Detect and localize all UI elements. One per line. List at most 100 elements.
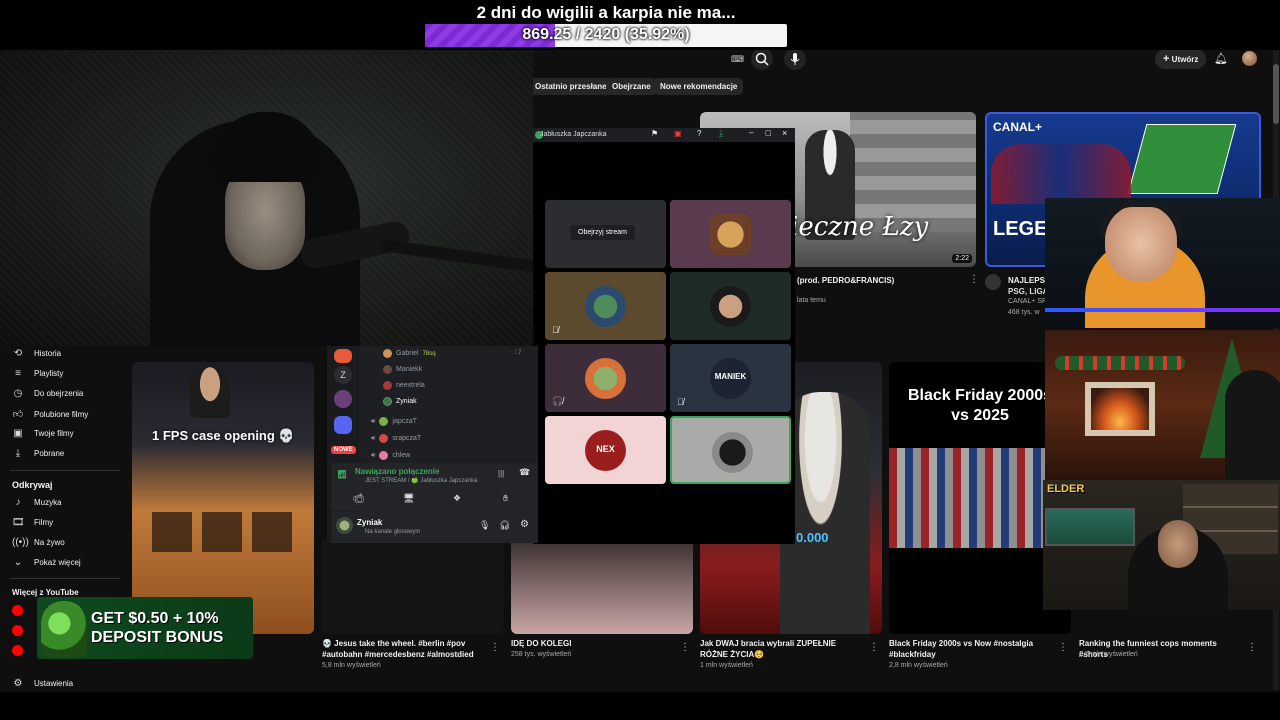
camera-off-icon[interactable]: 📹︎	[353, 493, 364, 504]
sidebar-item-liked[interactable]: 👍︎ Polubione filmy	[12, 408, 88, 420]
mic-icon[interactable]: 🎙︎	[479, 520, 490, 531]
thumbnail-text: 0.000	[796, 530, 829, 545]
more-from-youtube-heading: Więcej z YouTube	[12, 588, 79, 597]
sidebar-item-downloads[interactable]: ⤓ Pobrane	[12, 448, 64, 459]
call-tile-participant[interactable]	[670, 272, 791, 340]
server-icon[interactable]	[334, 416, 352, 434]
call-tile-participant[interactable]: MANIEK 🎙̸	[670, 344, 791, 412]
chevron-down-icon: ⌄	[13, 557, 23, 568]
video-title[interactable]: NAJLEPSZ	[1008, 275, 1050, 286]
share-screen-icon[interactable]: 🖥︎	[403, 493, 414, 504]
discord-panel: Z NOWE + Gabriel78sq 🎙̸ Maniekk neextrel…	[327, 346, 538, 543]
video-thumbnail[interactable]	[322, 540, 504, 634]
call-tile-participant[interactable]	[670, 200, 791, 268]
maximize-icon[interactable]: ▢	[765, 129, 772, 137]
sidebar-item-music[interactable]: ♪ Muzyka	[12, 497, 62, 508]
rgb-light	[1045, 308, 1280, 312]
sidebar-item-your-videos[interactable]: ▣ Twoje filmy	[12, 428, 73, 439]
help-icon[interactable]: ?	[697, 129, 701, 138]
video-title[interactable]: Jak DWAJ bracia wybrali ZUPEŁNIE RÓŻNE Ż…	[700, 638, 865, 660]
avatar[interactable]	[336, 517, 353, 534]
promo-banner[interactable]: GET $0.50 + 10% DEPOSIT BONUS	[37, 597, 253, 659]
close-icon[interactable]: ×	[782, 128, 787, 138]
sidebar-item-playlists[interactable]: ≡ Playlisty	[12, 368, 63, 379]
participant-avatar: MANIEK	[710, 358, 751, 399]
guest-figure	[1225, 370, 1280, 480]
noise-suppression-icon[interactable]: |||	[498, 469, 504, 478]
sidebar-item-settings[interactable]: ⚙ Ustawienia	[12, 678, 74, 689]
create-button[interactable]: + Utwórz	[1155, 49, 1207, 69]
search-button[interactable]	[751, 48, 773, 70]
bell-icon[interactable]: 🔔︎	[1214, 52, 1228, 65]
yt-kids-icon[interactable]	[12, 645, 23, 656]
sidebar-item-movies[interactable]: 🎞︎ Filmy	[12, 517, 53, 528]
video-title[interactable]: IDĘ DO KOLEGI	[511, 638, 571, 649]
gear-icon[interactable]: ⚙	[520, 519, 529, 530]
download-icon[interactable]: ⤓	[719, 128, 723, 139]
voice-channel[interactable]: 🔊︎ srapczaT	[371, 434, 421, 443]
sidebar-item-watch-later[interactable]: ◷ Do obejrzenia	[12, 388, 84, 399]
more-options-icon[interactable]: ⋮	[869, 642, 879, 653]
video-thumbnail[interactable]	[511, 540, 693, 634]
more-options-icon[interactable]: ⋮	[680, 642, 690, 653]
view-count: 468 tys. w	[1008, 309, 1040, 316]
chip-recently-uploaded[interactable]: Ostatnio przesłane	[529, 78, 613, 95]
yt-premium-icon[interactable]	[12, 605, 23, 616]
voice-user[interactable]: neextrela	[383, 381, 425, 390]
voice-user[interactable]: Gabriel 78sq	[383, 349, 436, 358]
divider	[10, 470, 120, 471]
stream-screen: ⌨ + Utwórz 🔔︎ Ostatnio przesłane Obejrza…	[0, 0, 1280, 720]
mic-button[interactable]	[784, 48, 806, 70]
watch-stream-button[interactable]: Obejrzyj stream	[570, 225, 636, 240]
call-tile-participant[interactable]: 🎧̸	[545, 344, 666, 412]
voice-user[interactable]: Maniekk	[383, 365, 422, 374]
call-tile-participant[interactable]: NEX	[545, 416, 666, 484]
video-thumbnail[interactable]: 1 FPS case opening 💀	[132, 362, 314, 634]
call-tile-stream[interactable]: Obejrzyj stream	[545, 200, 666, 268]
server-icon[interactable]	[334, 390, 352, 408]
voice-user-active[interactable]: Zyniak	[383, 397, 417, 406]
video-title[interactable]: Black Friday 2000s vs Now #nostalgia #bl…	[889, 638, 1049, 660]
explore-heading: Odkrywaj	[12, 480, 53, 490]
voice-channel[interactable]: 🔊︎ chlew	[371, 451, 410, 460]
participant-avatar: NEX	[585, 430, 626, 471]
chip-new-recommendations[interactable]: Nowe rekomendacje	[654, 78, 744, 95]
video-title[interactable]: (prod. PEDRO&FRANCIS)	[797, 275, 894, 286]
yt-music-icon[interactable]	[12, 625, 23, 636]
sidebar-item-history[interactable]: ⟲ Historia	[12, 348, 61, 359]
call-tile-participant[interactable]: 🎙̸	[545, 272, 666, 340]
scrollbar-thumb[interactable]	[1273, 64, 1279, 124]
call-titlebar: Jabłuszka Japczanka ⚑ ▣ ? ⤓ – ▢ ×	[533, 128, 795, 142]
voice-channel[interactable]: 🔊︎ japczaT	[371, 417, 417, 426]
aquarium	[1045, 508, 1135, 546]
goal-progress-bar: 869.25 / 2420 (35.92%)	[425, 24, 787, 47]
keyboard-icon[interactable]: ⌨	[731, 54, 744, 65]
chip-watched[interactable]: Obejrzane	[606, 78, 657, 95]
video-title[interactable]: 💀 Jesus take the wheel. #berlin #pov #au…	[322, 638, 482, 660]
more-options-icon[interactable]: ⋮	[1247, 642, 1257, 653]
headphones-icon[interactable]: 🎧︎	[499, 520, 510, 531]
minimize-icon[interactable]: –	[749, 128, 753, 137]
server-icon[interactable]	[334, 349, 352, 363]
flag-icon[interactable]: ⚑	[651, 129, 658, 138]
server-icon[interactable]: Z	[334, 366, 352, 384]
disconnect-icon[interactable]: ☎	[519, 467, 530, 478]
call-tile-participant-speaking[interactable]	[670, 416, 791, 484]
search-icon	[755, 52, 769, 66]
more-options-icon[interactable]: ⋮	[969, 274, 979, 285]
activities-icon[interactable]: ❖	[453, 493, 461, 504]
screen-icon[interactable]: ▣	[674, 129, 682, 138]
speaker-icon: 🔊︎	[371, 451, 376, 459]
playlist-icon: ≡	[15, 368, 21, 379]
soundboard-icon[interactable]: ✋︎	[503, 493, 508, 504]
gear-icon: ⚙	[13, 678, 23, 689]
headset-shape	[1099, 202, 1183, 236]
more-options-icon[interactable]: ⋮	[1058, 642, 1068, 653]
avatar[interactable]	[1242, 51, 1257, 66]
more-options-icon[interactable]: ⋮	[490, 642, 500, 653]
thumbnail-text: LEGE	[993, 218, 1048, 240]
fireplace	[1085, 382, 1155, 436]
music-icon: ♪	[15, 497, 21, 508]
sidebar-item-show-more[interactable]: ⌄ Pokaż więcej	[12, 557, 81, 568]
sidebar-item-live[interactable]: ((•)) Na żywo	[12, 537, 65, 548]
